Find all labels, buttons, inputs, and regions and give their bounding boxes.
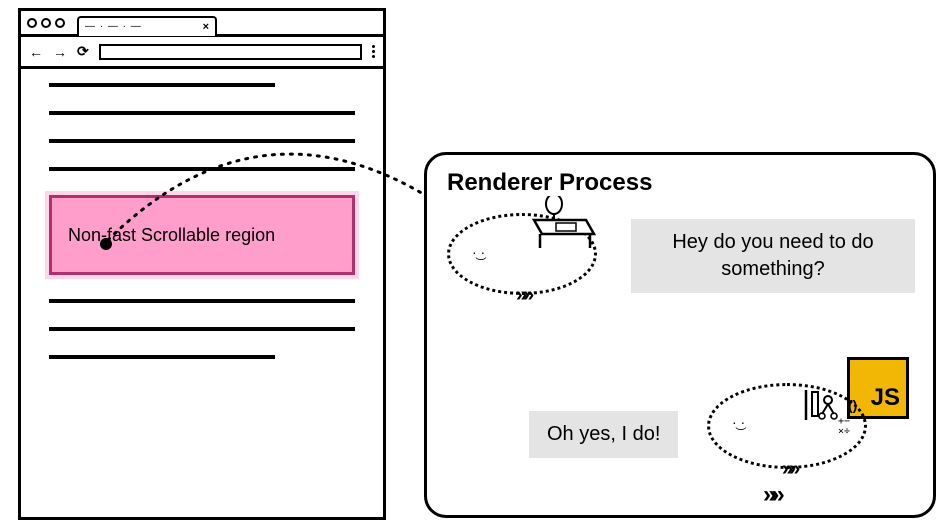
compositor-thread-character: ·͜ · »» xyxy=(447,213,597,295)
tools-icon: +− ×÷ () xyxy=(798,386,868,446)
browser-titlebar: — · — · — × xyxy=(21,11,383,37)
browser-toolbar: ← → ⟳ xyxy=(21,37,383,69)
thread-loop-icon: ·͜ · +− ×÷ () »» xyxy=(707,383,867,469)
face-icon: ·͜ · xyxy=(732,414,745,430)
address-bar[interactable] xyxy=(99,44,362,60)
tab-title: — · — · — xyxy=(85,21,142,32)
face-icon: ·͜ · xyxy=(472,244,485,260)
forward-button[interactable]: → xyxy=(53,44,67,60)
svg-text:×÷: ×÷ xyxy=(838,426,850,437)
content-line xyxy=(49,139,355,143)
content-line xyxy=(49,83,275,87)
desk-icon xyxy=(528,196,602,252)
js-label: JS xyxy=(871,384,900,412)
browser-window: — · — · — × ← → ⟳ Non-fast Scrollable re… xyxy=(18,8,386,520)
chevron-icon: »» xyxy=(763,481,780,509)
chevron-icon: »» xyxy=(782,458,796,481)
window-control-dot[interactable] xyxy=(41,18,51,28)
renderer-process-panel: Renderer Process ·͜ · »» Hey do you need… xyxy=(424,152,936,518)
content-line xyxy=(49,355,275,359)
main-thread-character: ·͜ · +− ×÷ () »» xyxy=(707,383,867,469)
content-line xyxy=(49,327,355,331)
window-control-dot[interactable] xyxy=(27,18,37,28)
panel-title: Renderer Process xyxy=(447,169,913,197)
non-fast-scrollable-region: Non-fast Scrollable region xyxy=(49,195,355,275)
browser-tab[interactable]: — · — · — × xyxy=(77,16,217,36)
chevron-icon: »» xyxy=(516,284,530,307)
speech-bubble-main-thread: Oh yes, I do! xyxy=(529,411,678,458)
svg-text:(): () xyxy=(848,397,857,413)
tab-close-icon[interactable]: × xyxy=(203,21,209,33)
menu-icon[interactable] xyxy=(372,45,375,58)
content-line xyxy=(49,111,355,115)
content-line xyxy=(49,299,355,303)
content-line xyxy=(49,167,355,171)
window-control-dot[interactable] xyxy=(55,18,65,28)
arrow-endpoint-icon xyxy=(100,238,112,250)
back-button[interactable]: ← xyxy=(29,44,43,60)
thread-loop-icon: ·͜ · »» xyxy=(447,213,597,295)
page-content: Non-fast Scrollable region xyxy=(21,69,383,359)
reload-button[interactable]: ⟳ xyxy=(77,43,89,60)
speech-bubble-compositor: Hey do you need to do something? xyxy=(631,219,915,293)
